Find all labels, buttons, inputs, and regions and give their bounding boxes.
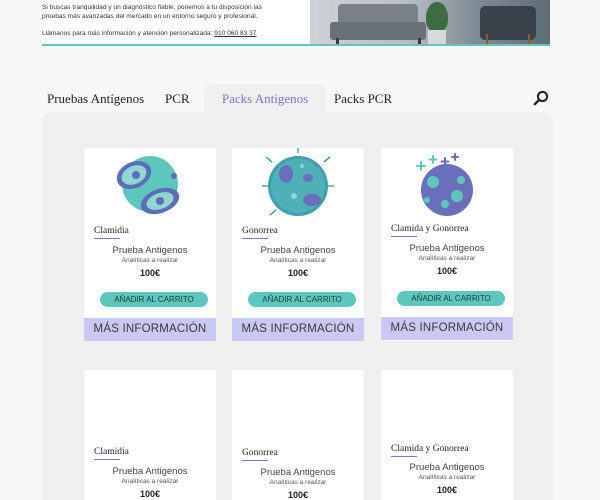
banner-line-1: Si buscas tranquilidad y un diagnóstico … bbox=[42, 4, 262, 11]
product-card-clamida-gonorrea-2: Clamida y Gonorrea Prueba Antigenos Anal… bbox=[381, 370, 513, 500]
plant-shape bbox=[426, 2, 448, 32]
more-info-button[interactable]: MÁS INFORMACIÓN bbox=[381, 317, 513, 340]
product-card-clamidia-2: Clamidia Prueba Antigenos Analíticas a r… bbox=[84, 370, 216, 500]
banner-text: Si buscas tranquilidad y un diagnóstico … bbox=[42, 3, 307, 44]
sofa-leg bbox=[418, 38, 421, 44]
product-name: Clamidia bbox=[94, 447, 129, 460]
product-type: Prueba Antigenos bbox=[409, 462, 485, 473]
sofa-seat-shape bbox=[330, 22, 426, 40]
phone-link[interactable]: 910 060 83 37 bbox=[214, 30, 256, 37]
tabs-bar: Pruebas Antígenos PCR Packs Antigenos Pa… bbox=[42, 84, 553, 114]
product-name: Clamida y Gonorrea bbox=[391, 224, 469, 237]
chair-leg bbox=[486, 34, 488, 44]
tab-pcr[interactable]: PCR bbox=[165, 84, 190, 114]
product-subtitle: Analíticas a realizar bbox=[121, 257, 179, 264]
product-price: 100€ bbox=[139, 268, 161, 278]
tab-packs-pcr[interactable]: Packs PCR bbox=[334, 84, 392, 114]
product-card-clamidia: Clamidia Prueba Antigenos Analíticas a r… bbox=[84, 148, 216, 341]
product-subtitle: Analíticas a realizar bbox=[418, 474, 476, 481]
product-subtitle: Analíticas a realizar bbox=[269, 479, 327, 486]
banner-call-text: Llámanos para más información y atención… bbox=[42, 30, 213, 37]
product-type: Prueba Antigenos bbox=[260, 245, 336, 256]
product-type: Prueba Antigenos bbox=[260, 467, 336, 478]
product-price: 100€ bbox=[139, 489, 161, 499]
product-type: Prueba Antigenos bbox=[409, 243, 485, 254]
clamida-gonorrea-illustration bbox=[381, 148, 513, 220]
product-name: Clamidia bbox=[94, 226, 129, 239]
product-type: Prueba Antigenos bbox=[112, 245, 188, 256]
sofa-leg bbox=[336, 38, 339, 44]
add-to-cart-button[interactable]: AÑADIR AL CARRITO bbox=[397, 291, 505, 306]
promo-banner: Si buscas tranquilidad y un diagnóstico … bbox=[42, 0, 550, 46]
product-price: 100€ bbox=[287, 268, 309, 278]
gonorrea-illustration bbox=[232, 148, 364, 220]
banner-line-2: pruebas más avanzadas del mercado en un … bbox=[42, 13, 258, 20]
product-card-gonorrea-2: Gonorrea Prueba Antigenos Analíticas a r… bbox=[232, 370, 364, 500]
product-card-clamida-gonorrea: Clamida y Gonorrea Prueba Antigenos Anal… bbox=[381, 148, 513, 341]
product-price: 100€ bbox=[436, 266, 458, 276]
product-name: Clamida y Gonorrea bbox=[391, 444, 469, 457]
product-price: 100€ bbox=[287, 490, 309, 500]
pot-shape bbox=[428, 30, 446, 44]
product-subtitle: Analíticas a realizar bbox=[418, 255, 476, 262]
product-name: Gonorrea bbox=[242, 226, 278, 239]
clamidia-illustration bbox=[84, 148, 216, 220]
banner-photo bbox=[310, 0, 550, 44]
search-icon[interactable] bbox=[533, 90, 549, 106]
more-info-button[interactable]: MÁS INFORMACIÓN bbox=[84, 318, 216, 341]
tab-packs-antigenos[interactable]: Packs Antigenos bbox=[204, 84, 326, 114]
add-to-cart-button[interactable]: AÑADIR AL CARRITO bbox=[100, 292, 208, 307]
product-subtitle: Analíticas a realizar bbox=[269, 257, 327, 264]
product-type: Prueba Antigenos bbox=[112, 466, 188, 477]
product-name: Gonorrea bbox=[242, 448, 278, 461]
product-price: 100€ bbox=[436, 485, 458, 495]
tab-pruebas-antigenos[interactable]: Pruebas Antígenos bbox=[47, 84, 144, 114]
chair-leg bbox=[528, 34, 530, 44]
add-to-cart-button[interactable]: AÑADIR AL CARRITO bbox=[248, 292, 356, 307]
product-card-gonorrea: Gonorrea Prueba Antigenos Analíticas a r… bbox=[232, 148, 364, 341]
product-subtitle: Analíticas a realizar bbox=[121, 478, 179, 485]
more-info-button[interactable]: MÁS INFORMACIÓN bbox=[232, 318, 364, 341]
